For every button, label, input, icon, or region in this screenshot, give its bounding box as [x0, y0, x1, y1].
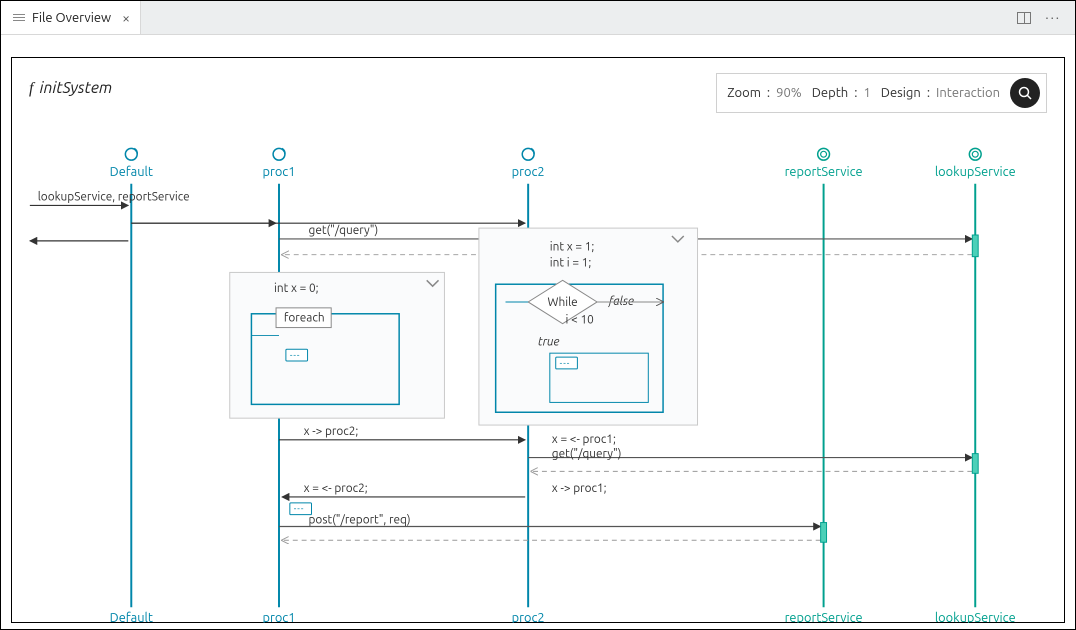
lane-proc1[interactable]: proc1 — [263, 148, 296, 179]
zoom-label: Zoom — [727, 86, 761, 100]
tab-title: File Overview — [32, 11, 111, 25]
label-x-to-proc1: x -> proc1; — [552, 482, 607, 495]
label-post-report: post("/report", req) — [309, 514, 411, 527]
close-icon[interactable]: × — [122, 10, 130, 26]
tab-file-overview[interactable]: File Overview × — [1, 1, 141, 34]
label-x-from-proc1: x = <- proc1; — [552, 433, 616, 446]
svg-text:proc1: proc1 — [263, 165, 296, 179]
svg-text:int i = 1;: int i = 1; — [550, 257, 592, 270]
zoom-value[interactable]: 90% — [776, 86, 802, 100]
lane-proc1-bottom: proc1 — [263, 611, 296, 623]
label-entry: lookupService, reportService — [38, 191, 190, 204]
tab-bar: File Overview × ··· — [1, 1, 1075, 35]
design-value[interactable]: Interaction — [936, 86, 1000, 100]
block-proc2[interactable]: int x = 1; int i = 1; While i < 10 false… — [479, 228, 698, 425]
function-title: finitSystem — [29, 79, 112, 98]
lane-default[interactable]: Default — [110, 148, 153, 179]
depth-value[interactable]: 1 — [863, 86, 870, 100]
branch-true: true — [538, 335, 559, 348]
depth-label: Depth — [812, 86, 849, 100]
lane-default-bottom: Default — [110, 611, 153, 623]
activation-report — [821, 523, 827, 543]
svg-text:proc2: proc2 — [512, 165, 545, 179]
svg-text:While: While — [548, 296, 578, 309]
svg-text:int x = 1;: int x = 1; — [550, 241, 595, 254]
ellipsis-icon[interactable]: --- — [290, 350, 301, 360]
lane-reportservice[interactable]: reportService — [785, 148, 863, 179]
ellipsis-icon[interactable]: --- — [560, 358, 571, 368]
lane-lookupservice-bottom: lookupService — [935, 611, 1016, 623]
label-get-query-1: get("/query") — [309, 224, 379, 237]
search-button[interactable] — [1010, 78, 1040, 108]
lane-proc2-bottom: proc2 — [512, 611, 545, 623]
lane-proc2[interactable]: proc2 — [512, 148, 545, 179]
sequence-diagram[interactable]: Default proc1 proc2 — [11, 105, 1065, 623]
svg-text:foreach: foreach — [284, 312, 325, 325]
svg-text:reportService: reportService — [785, 165, 863, 179]
more-icon[interactable]: ··· — [1045, 11, 1061, 25]
svg-text:int x = 0;: int x = 0; — [274, 282, 319, 295]
activation-lookup-1 — [972, 235, 978, 257]
lane-lookupservice[interactable]: lookupService — [935, 148, 1016, 179]
lane-reportservice-bottom: reportService — [785, 611, 863, 623]
outline-icon — [13, 14, 25, 21]
svg-text:Default: Default — [110, 165, 153, 179]
while-condition: i < 10 — [566, 314, 594, 327]
label-x-from-proc2: x = <- proc2; — [304, 482, 368, 495]
branch-false: false — [608, 295, 634, 308]
search-icon — [1017, 85, 1033, 101]
block-proc1[interactable]: int x = 0; foreach --- — [230, 272, 445, 418]
activation-lookup-2 — [972, 454, 978, 474]
function-icon: f — [29, 80, 33, 97]
svg-text:---: --- — [294, 504, 305, 514]
svg-text:lookupService: lookupService — [935, 165, 1016, 179]
label-get-query-2: get("/query") — [552, 448, 622, 461]
label-x-to-proc2: x -> proc2; — [304, 425, 359, 438]
split-panel-icon[interactable] — [1017, 12, 1031, 24]
design-label: Design — [881, 86, 921, 100]
